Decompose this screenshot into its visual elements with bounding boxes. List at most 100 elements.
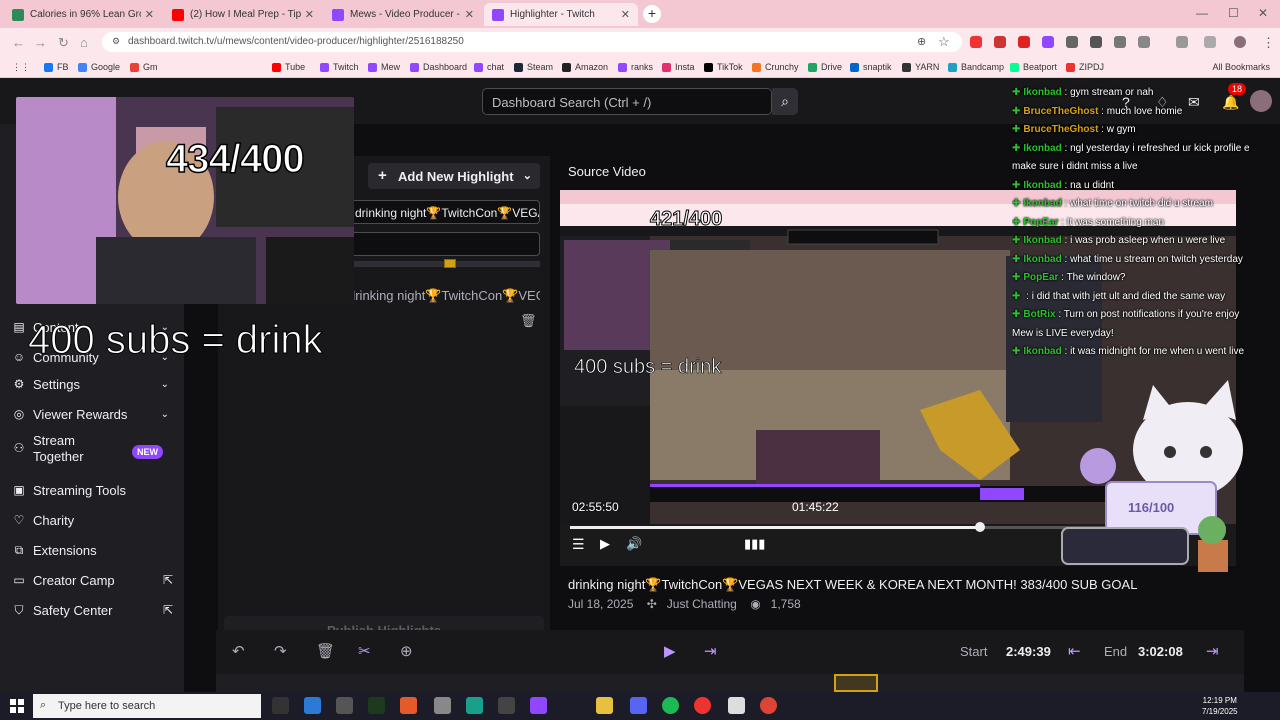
bookmark-bandcamp[interactable]: Bandcamp xyxy=(948,62,1004,72)
add-new-highlight-button[interactable]: + Add New Highlight ⌄ xyxy=(368,163,540,189)
bookmark-zipdj[interactable]: ZIPDJ xyxy=(1066,62,1104,72)
bookmark-mew[interactable]: Mew xyxy=(368,62,400,72)
browser-tab-active[interactable]: Highlighter - Twitch ✕ xyxy=(484,3,638,26)
seek-handle[interactable] xyxy=(975,522,985,532)
volume-icon[interactable]: 🔊 xyxy=(626,536,642,552)
close-icon[interactable]: ✕ xyxy=(465,8,474,21)
close-icon[interactable]: ✕ xyxy=(621,8,630,21)
app-icon[interactable] xyxy=(498,697,515,714)
skip-to-marker-icon[interactable]: ⇥ xyxy=(704,642,717,660)
timeline-selection[interactable] xyxy=(834,674,878,692)
undo-icon[interactable]: ↶ xyxy=(232,642,245,660)
minimize-icon[interactable]: — xyxy=(1196,6,1208,20)
address-bar[interactable]: ⚙ dashboard.twitch.tv/u/mews/content/vide… xyxy=(102,32,962,52)
edge-icon[interactable] xyxy=(304,697,321,714)
all-bookmarks[interactable]: All Bookmarks xyxy=(1212,62,1270,72)
redo-icon[interactable]: ↷ xyxy=(274,642,287,660)
task-view-icon[interactable] xyxy=(272,697,289,714)
puzzle-icon[interactable] xyxy=(1138,36,1150,48)
browser-tab[interactable]: (2) How I Meal Prep - Tips & Tr ✕ xyxy=(164,3,322,26)
play-icon[interactable]: ▶ xyxy=(664,642,676,660)
chrome-icon[interactable] xyxy=(760,697,777,714)
delete-icon[interactable]: 🗑 xyxy=(316,642,335,660)
bookmark-fb[interactable]: FB xyxy=(44,62,69,72)
bookmark-ranks[interactable]: ranks xyxy=(618,62,653,72)
app-icon[interactable] xyxy=(694,697,711,714)
app-icon[interactable] xyxy=(368,697,385,714)
set-start-icon[interactable]: ⇤ xyxy=(1068,642,1081,660)
bookmark-star-icon[interactable]: ☆ xyxy=(938,34,950,50)
timeline[interactable] xyxy=(216,674,1244,692)
extension-icon[interactable] xyxy=(1114,36,1126,48)
highlight-description-input[interactable] xyxy=(348,232,540,256)
download-icon[interactable] xyxy=(1204,36,1216,48)
dashboard-search-input[interactable]: Dashboard Search (Ctrl + /) xyxy=(482,88,772,115)
bookmark-dashboard[interactable]: Dashboard xyxy=(410,62,467,72)
app-icon[interactable] xyxy=(728,697,745,714)
bookmark-drive[interactable]: Drive xyxy=(808,62,842,72)
trash-icon[interactable]: 🗑 xyxy=(520,313,537,329)
sidebar-item-charity[interactable]: ♡ Charity xyxy=(11,509,175,531)
highlight-range-marker[interactable] xyxy=(444,259,456,268)
reload-icon[interactable]: ↻ xyxy=(58,35,69,51)
extension-icon[interactable] xyxy=(1090,36,1102,48)
bookmark-insta[interactable]: Insta xyxy=(662,62,695,72)
bookmark-amazon[interactable]: Amazon xyxy=(562,62,608,72)
playlist-icon[interactable]: ☰ xyxy=(572,536,585,553)
close-icon[interactable]: ✕ xyxy=(305,8,314,21)
bookmark-google[interactable]: Google xyxy=(78,62,120,72)
zoom-icon[interactable]: ⊕ xyxy=(917,35,926,48)
taskbar-clock[interactable]: 12:19 PM 7/19/2025 xyxy=(1202,695,1238,717)
sidebar-item-safety-center[interactable]: ⛉ Safety Center ⇱ xyxy=(11,599,175,621)
extension-icon[interactable] xyxy=(970,36,982,48)
new-tab-button[interactable]: + xyxy=(643,5,661,23)
menu-dots-icon[interactable]: ⋮ xyxy=(1262,35,1275,51)
sidebar-item-streaming-tools[interactable]: ▣ Streaming Tools xyxy=(11,479,175,501)
close-window-icon[interactable]: ✕ xyxy=(1258,6,1268,20)
highlight-title-input[interactable]: drinking night🏆TwitchCon🏆VEGAS NEXT W xyxy=(348,200,540,224)
bookmark-chat[interactable]: chat xyxy=(474,62,504,72)
profile-avatar[interactable] xyxy=(1234,36,1246,48)
back-icon[interactable]: ← xyxy=(12,35,25,50)
extension-icon[interactable] xyxy=(1066,36,1078,48)
clip-category[interactable]: Just Chatting xyxy=(667,597,737,611)
play-icon[interactable]: ▶ xyxy=(600,536,610,552)
extension-icon[interactable] xyxy=(1042,36,1054,48)
taskbar-search-input[interactable]: ⌕ Type here to search xyxy=(33,694,261,718)
bookmark-snaptik[interactable]: snaptik xyxy=(850,62,892,72)
bookmark-crunchy[interactable]: Crunchy xyxy=(752,62,799,72)
extension-icon[interactable] xyxy=(1018,36,1030,48)
maximize-icon[interactable]: ☐ xyxy=(1228,6,1239,20)
windows-start-icon[interactable] xyxy=(10,699,24,713)
app-icon[interactable] xyxy=(336,697,353,714)
bookmark-steam[interactable]: Steam xyxy=(514,62,553,72)
sidebar-item-settings[interactable]: ⚙ Settings ⌄ xyxy=(11,373,175,395)
extension-icon[interactable] xyxy=(994,36,1006,48)
apps-grid-icon[interactable]: ⋮⋮ xyxy=(12,62,30,73)
sidebar-item-extensions[interactable]: ⧉ Extensions xyxy=(11,539,175,561)
set-end-icon[interactable]: ⇥ xyxy=(1206,642,1219,660)
sidebar-item-creator-camp[interactable]: ▭ Creator Camp ⇱ xyxy=(11,569,175,591)
home-icon[interactable]: ⌂ xyxy=(80,35,88,50)
folder-icon[interactable] xyxy=(596,697,613,714)
browser-tab[interactable]: Mews - Video Producer - Twitc ✕ xyxy=(324,3,482,26)
spotify-icon[interactable] xyxy=(662,697,679,714)
forward-icon[interactable]: → xyxy=(34,35,47,50)
start-time[interactable]: 2:49:39 xyxy=(1006,644,1051,659)
bookmark-beatport[interactable]: Beatport xyxy=(1010,62,1057,72)
search-button[interactable]: ⌕ xyxy=(772,88,798,115)
bookmark-youtube[interactable]: Tube xyxy=(272,62,305,72)
sidebar-item-viewer-rewards[interactable]: ◎ Viewer Rewards ⌄ xyxy=(11,403,175,425)
end-time[interactable]: 3:02:08 xyxy=(1138,644,1183,659)
site-info-icon[interactable]: ⚙ xyxy=(112,36,120,47)
sidepanel-icon[interactable] xyxy=(1176,36,1188,48)
bookmark-yarn[interactable]: YARN xyxy=(902,62,939,72)
discord-icon[interactable] xyxy=(630,697,647,714)
bookmark-twitch[interactable]: Twitch xyxy=(320,62,359,72)
app-icon[interactable] xyxy=(400,697,417,714)
app-icon[interactable] xyxy=(434,697,451,714)
close-icon[interactable]: ✕ xyxy=(145,8,154,21)
highlight-item-title[interactable]: drinking night🏆TwitchCon🏆VEGAS ... xyxy=(348,288,540,304)
bookmark-gmail[interactable]: Gm xyxy=(130,62,158,72)
bookmark-tiktok[interactable]: TikTok xyxy=(704,62,743,72)
